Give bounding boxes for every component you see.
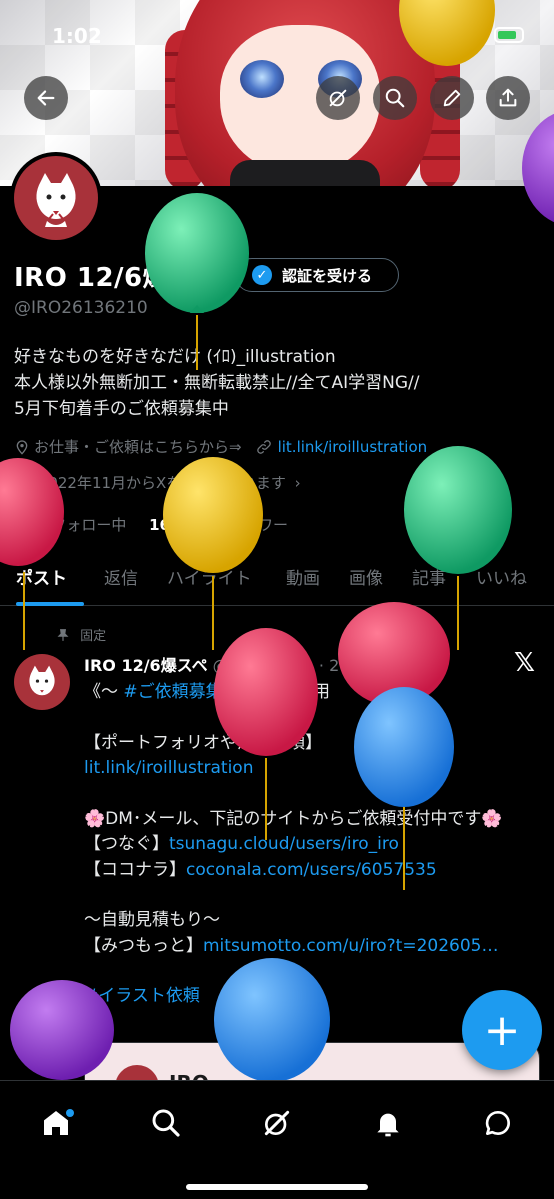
bio-line: 本人様以外無断加工・無断転載禁止//全てAI学習NG// (14, 373, 420, 393)
link-icon (256, 439, 271, 454)
pinned-indicator: 固定 (56, 625, 106, 644)
grok-icon (264, 1110, 290, 1136)
post-line: 《〜 #ご依頼募集中 〜》固定用 (84, 682, 331, 702)
post-link[interactable]: tsunagu.cloud/users/iro_iro (169, 834, 399, 854)
post-header: IRO 12/6爆スペ @IRO2613… · 2026/05/05 (84, 652, 421, 676)
post-author-name[interactable]: IRO 12/6爆スペ (84, 656, 208, 675)
cat-avatar-icon (29, 665, 55, 696)
post-link[interactable]: mitsumotto.com/u/iro?t=202605… (203, 936, 498, 956)
bio-line: 好きなものを好きなだけ (ｲﾛ)_illustration (14, 347, 336, 367)
profile-handle: @IRO26136210 (14, 298, 148, 318)
search-icon (152, 1109, 180, 1137)
compose-post-button[interactable]: + (462, 990, 542, 1070)
wifi-icon (461, 24, 485, 49)
joined-text: 2022年11月からXを利用しています (38, 474, 286, 492)
balloon-green-2 (404, 446, 512, 650)
cat-avatar-icon (36, 172, 76, 227)
work-request-text: お仕事・ご依頼はこちらから⇒ (34, 438, 242, 456)
pinned-label: 固定 (80, 629, 107, 644)
bell-icon (377, 1113, 399, 1137)
followers-count: 16,201 (149, 516, 207, 534)
post-line: 【ココナラ】coconala.com/users/6057535 (84, 859, 437, 880)
share-icon (499, 88, 517, 107)
tab-videos[interactable]: 動画 (286, 564, 320, 589)
battery-icon (494, 27, 524, 43)
status-time: 1:02 (52, 24, 102, 48)
search-button[interactable] (373, 76, 417, 120)
followers-link[interactable]: 16,201 フォロワー (149, 516, 288, 534)
pin-icon (57, 629, 69, 641)
profile-bio: 好きなものを好きなだけ (ｲﾛ)_illustration 本人様以外無断加工・… (14, 344, 419, 422)
get-verified-label: 認証を受ける (282, 266, 373, 285)
signal-icon (428, 28, 452, 47)
profile-link[interactable]: lit.link/iroillustration (278, 438, 428, 456)
nav-grok[interactable] (249, 1095, 305, 1151)
nav-messages[interactable] (470, 1095, 526, 1151)
get-verified-button[interactable]: ✓ 認証を受ける (235, 258, 399, 292)
following-link[interactable]: 934 フォロー中 (14, 516, 126, 534)
banner-collar (230, 160, 380, 186)
post-line: 【みつもっと】mitsumotto.com/u/iro?t=202605… (84, 935, 499, 956)
post-line: 【つなぐ】tsunagu.cloud/users/iro_iro (84, 834, 399, 854)
profile-avatar[interactable] (10, 152, 102, 244)
active-tab-indicator (16, 602, 84, 606)
notification-dot (66, 1109, 74, 1117)
hashtag-link[interactable]: #ご依頼募集中 (123, 682, 239, 702)
post-link[interactable]: lit.link/iroillustration (84, 756, 534, 782)
profile-tabs: ポスト 返信 ハイライト 動画 画像 記事 いいね (0, 558, 554, 606)
back-button[interactable] (24, 76, 68, 120)
edit-button[interactable] (430, 76, 474, 120)
tab-articles[interactable]: 記事 (412, 564, 446, 589)
bottom-navigation (0, 1080, 554, 1199)
post-avatar[interactable] (14, 654, 70, 710)
tab-posts[interactable]: ポスト (16, 564, 67, 589)
status-bar: 1:02 (0, 0, 554, 70)
nav-notifications[interactable] (360, 1095, 416, 1151)
post-link[interactable]: coconala.com/users/6057535 (186, 860, 437, 880)
grok-icon (329, 89, 347, 107)
grok-button[interactable] (316, 76, 360, 120)
following-label: フォロー中 (51, 516, 127, 534)
tab-replies[interactable]: 返信 (104, 564, 138, 589)
bio-line: 5月下旬着手のご依頼募集中 (14, 399, 229, 419)
joined-date[interactable]: 2022年11月からXを利用しています › (14, 472, 301, 493)
search-icon (385, 88, 405, 108)
edit-icon (443, 89, 461, 107)
tab-likes[interactable]: いいね (476, 564, 527, 589)
nav-home[interactable] (28, 1095, 84, 1151)
back-arrow-icon (37, 90, 55, 106)
post-line: 【ポートフォリオや注意事項】 (84, 732, 322, 753)
share-button[interactable] (486, 76, 530, 120)
tab-highlights[interactable]: ハイライト (167, 564, 252, 589)
post-line: 〜自動見積もり〜 (84, 910, 220, 930)
verified-icon: ✓ (252, 265, 272, 285)
post-line: 🌸DM･メール、下記のサイトからご依頼受付中です🌸 (84, 808, 503, 829)
profile-name: IRO 12/6爆スペ (14, 263, 221, 293)
post-body[interactable]: 《〜 #ご依頼募集中 〜》固定用 【ポートフォリオや注意事項】 lit.link/i… (84, 680, 534, 1010)
location-icon (16, 439, 28, 455)
tab-images[interactable]: 画像 (349, 564, 383, 589)
nav-search[interactable] (138, 1095, 194, 1151)
message-icon (485, 1110, 510, 1135)
post-handle-date: @IRO2613… · 2026/05/05 (212, 656, 422, 675)
home-indicator (186, 1184, 368, 1190)
hashtag-link[interactable]: #イラスト依頼 (84, 984, 534, 1010)
follow-stats: 934 フォロー中 16,201 フォロワー (14, 514, 288, 535)
following-count: 934 (14, 516, 46, 534)
followers-label: フォロワー (213, 516, 289, 534)
profile-meta-row: お仕事・ご依頼はこちらから⇒ lit.link/iroillustration (14, 436, 427, 457)
chevron-right-icon: › (294, 474, 301, 492)
x-logo-icon: 𝕏 (514, 648, 535, 678)
calendar-icon (15, 476, 29, 489)
